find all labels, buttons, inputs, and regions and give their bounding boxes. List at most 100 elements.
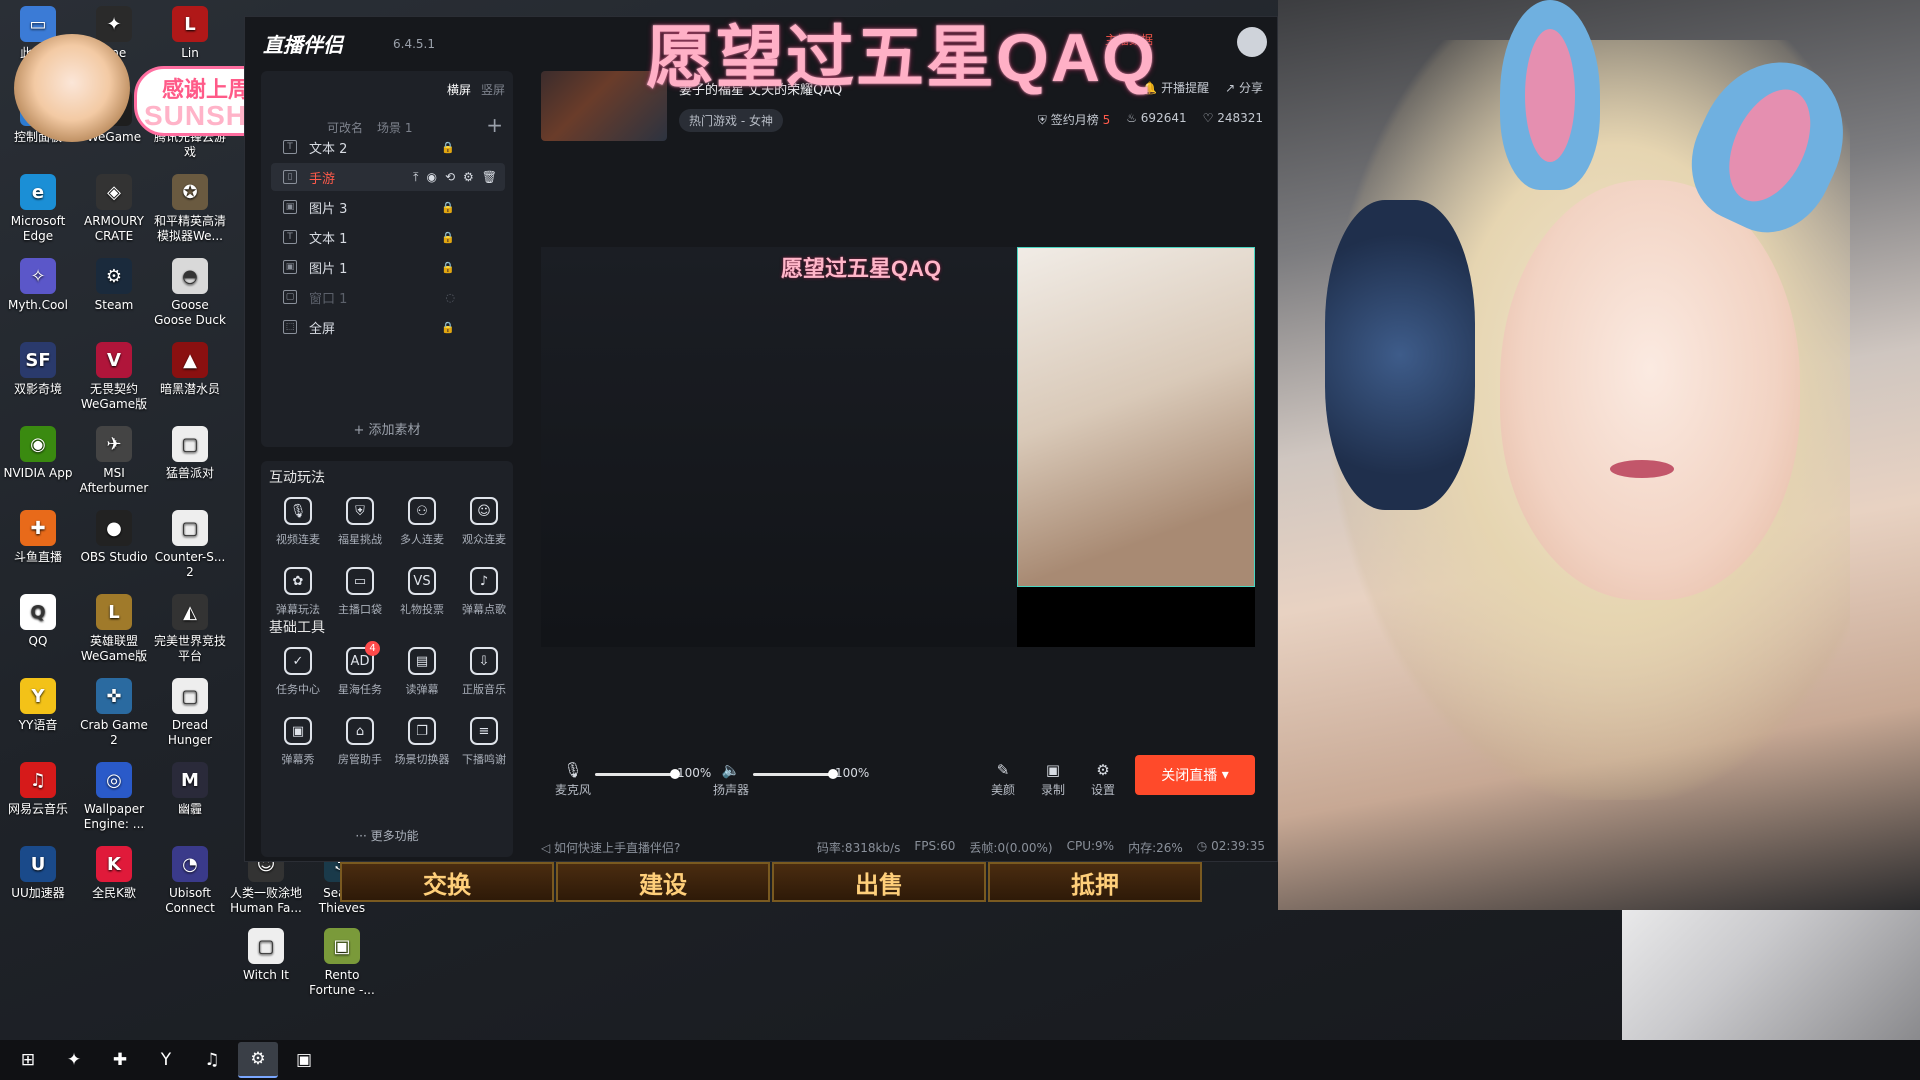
source-item[interactable]: ▣ 图片 1 🔒 bbox=[271, 253, 505, 281]
desktop-icon[interactable]: Q QQ bbox=[0, 594, 76, 649]
game-action-button[interactable]: 建设 bbox=[556, 862, 770, 902]
taskbar-steam-icon[interactable]: ⚙ bbox=[238, 1042, 278, 1078]
desktop-icon[interactable]: ✜ Crab Game 2 bbox=[76, 678, 152, 748]
tool-button[interactable]: ☺ 观众连麦 bbox=[453, 497, 515, 547]
tab-portrait[interactable]: 竖屏 bbox=[481, 81, 505, 98]
speaker-control[interactable]: 🔈 扬声器 bbox=[713, 761, 749, 798]
taskbar-netease-icon[interactable]: ♫ bbox=[192, 1042, 232, 1078]
source-item[interactable]: ▢ 窗口 1 ◌ bbox=[271, 283, 505, 311]
tool-button[interactable]: ▤ 读弹幕 bbox=[391, 647, 453, 697]
taskbar-start-icon[interactable]: ⊞ bbox=[8, 1042, 48, 1078]
share-button[interactable]: ↗ 分享 bbox=[1225, 79, 1263, 96]
desktop-icon[interactable]: ◓ Goose Goose Duck bbox=[152, 258, 228, 328]
lock-icon[interactable]: 🔒 bbox=[441, 261, 455, 274]
tool-button[interactable]: ⌂ 房管助手 bbox=[329, 717, 391, 767]
desktop-icon[interactable]: ● OBS Studio bbox=[76, 510, 152, 565]
desktop-icon[interactable]: ◉ NVIDIA App bbox=[0, 426, 76, 481]
desktop-icon[interactable]: ▢ 猛兽派对 bbox=[152, 426, 228, 481]
sign-rank-value: 5 bbox=[1102, 113, 1111, 127]
record-button[interactable]: ▣ 录制 bbox=[1041, 761, 1065, 798]
visibility-icon[interactable]: ◉ bbox=[426, 170, 436, 185]
desktop-icon[interactable]: ◔ Ubisoft Connect bbox=[152, 846, 228, 916]
desktop-icon[interactable]: U UU加速器 bbox=[0, 846, 76, 901]
tool-button[interactable]: ⚇ 多人连麦 bbox=[391, 497, 453, 547]
help-link[interactable]: ◁ 如何快速上手直播伴侣? bbox=[541, 839, 680, 856]
desktop-icon[interactable]: ♫ 网易云音乐 bbox=[0, 762, 76, 817]
delete-icon[interactable]: 🗑 bbox=[482, 170, 497, 185]
tool-button[interactable]: AD 4 星海任务 bbox=[329, 641, 391, 697]
stream-category[interactable]: 热门游戏 - 女神 bbox=[679, 109, 783, 132]
live-preview[interactable]: 愿望过五星QAQ bbox=[541, 247, 1255, 647]
taskbar-yy-icon[interactable]: Y bbox=[146, 1042, 186, 1078]
speaker-volume-slider[interactable] bbox=[753, 769, 838, 779]
desktop-icon[interactable]: ◎ Wallpaper Engine: ... bbox=[76, 762, 152, 832]
app-icon: ▢ bbox=[172, 678, 208, 714]
desktop-icon[interactable]: ◭ 完美世界竞技平台 bbox=[152, 594, 228, 664]
source-item[interactable]: ⬚ 全屏 🔒 bbox=[271, 313, 505, 341]
tool-button[interactable]: ▭ 主播口袋 bbox=[329, 567, 391, 617]
move-top-icon[interactable]: ⤒ bbox=[413, 170, 418, 185]
tool-button[interactable]: 🎙 视频连麦 bbox=[267, 497, 329, 547]
app-icon: ◔ bbox=[172, 846, 208, 882]
mic-control[interactable]: 🎙 麦克风 bbox=[555, 761, 591, 798]
source-item[interactable]: T 文本 1 🔒 bbox=[271, 223, 505, 251]
desktop-icon[interactable]: K 全民K歌 bbox=[76, 846, 152, 901]
desktop-icon[interactable]: ▲ 暗黑潜水员 bbox=[152, 342, 228, 397]
preview-screen-capture bbox=[541, 247, 1017, 647]
source-item[interactable]: T 文本 2 🔒 bbox=[271, 133, 505, 161]
tool-button[interactable]: ⛨ 福星挑战 bbox=[329, 497, 391, 547]
taskbar-rento-icon[interactable]: ▣ bbox=[284, 1042, 324, 1078]
lock-icon[interactable]: 🔒 bbox=[441, 201, 455, 214]
source-item[interactable]: ▣ 图片 3 🔒 bbox=[271, 193, 505, 221]
sign-month-rank[interactable]: ⛨ 签约月榜 5 bbox=[1038, 111, 1110, 128]
desktop-icon[interactable]: e Microsoft Edge bbox=[0, 174, 76, 244]
settings-button[interactable]: ⚙ 设置 bbox=[1091, 761, 1115, 798]
desktop-icon[interactable]: ✚ 斗鱼直播 bbox=[0, 510, 76, 565]
speaker-label: 扬声器 bbox=[713, 783, 750, 797]
more-functions-button[interactable]: ··· 更多功能 bbox=[261, 827, 513, 844]
lock-icon[interactable]: 🔒 bbox=[441, 321, 455, 334]
desktop-icon-label: 人类一败涂地 Human Fa... bbox=[229, 886, 302, 915]
tool-button[interactable]: ❐ 场景切换器 bbox=[391, 717, 453, 767]
mic-volume-slider[interactable] bbox=[595, 769, 680, 779]
rotate-icon[interactable]: ⟲ bbox=[445, 170, 455, 185]
desktop-icon[interactable]: V 无畏契约 WeGame版 bbox=[76, 342, 152, 412]
desktop-icon[interactable]: ✪ 和平精英高清模拟器We... bbox=[152, 174, 228, 244]
taskbar-app1-icon[interactable]: ✦ bbox=[54, 1042, 94, 1078]
add-material-button[interactable]: + 添加素材 bbox=[261, 419, 513, 438]
end-live-button[interactable]: 关闭直播 ▾ bbox=[1135, 755, 1255, 795]
beauty-button[interactable]: ✎ 美颜 bbox=[991, 761, 1015, 798]
game-action-button[interactable]: 出售 bbox=[772, 862, 986, 902]
tool-button[interactable]: ⇩ 正版音乐 bbox=[453, 647, 515, 697]
tool-button[interactable]: VS 礼物投票 bbox=[391, 567, 453, 617]
tool-button[interactable]: ♪ 弹幕点歌 bbox=[453, 567, 515, 617]
tool-button[interactable]: ▣ 弹幕秀 bbox=[267, 717, 329, 767]
tool-button[interactable]: ≡ 下播鸣谢 bbox=[453, 717, 515, 767]
desktop-icon[interactable]: ◈ ARMOURY CRATE bbox=[76, 174, 152, 244]
desktop-icon[interactable]: SF 双影奇境 bbox=[0, 342, 76, 397]
desktop-icon[interactable]: ▢ Witch It bbox=[228, 928, 304, 983]
desktop-icon[interactable]: L 英雄联盟 WeGame版 bbox=[76, 594, 152, 664]
desktop-icon[interactable]: ⚙ Steam bbox=[76, 258, 152, 313]
user-avatar[interactable] bbox=[1237, 27, 1267, 57]
desktop-icon[interactable]: M 幽霾 bbox=[152, 762, 228, 817]
taskbar-app2-icon[interactable]: ✚ bbox=[100, 1042, 140, 1078]
game-action-button[interactable]: 抵押 bbox=[988, 862, 1202, 902]
settings-icon[interactable]: ⚙ bbox=[463, 170, 474, 185]
lock-icon[interactable]: 🔒 bbox=[441, 141, 455, 154]
source-item[interactable]: ▯ 手游 ⤒ ◉ ⟲ ⚙ 🗑 bbox=[271, 163, 505, 191]
desktop-icon[interactable]: ▣ Rento Fortune -... bbox=[304, 928, 380, 998]
tab-landscape[interactable]: 横屏 bbox=[447, 81, 471, 98]
hidden-icon[interactable]: ◌ bbox=[445, 291, 455, 304]
tool-button[interactable]: ✿ 弹幕玩法 bbox=[267, 567, 329, 617]
desktop-icon[interactable]: ▢ Dread Hunger bbox=[152, 678, 228, 748]
desktop-icon[interactable]: ▢ Counter-S... 2 bbox=[152, 510, 228, 580]
tool-button[interactable]: ✓ 任务中心 bbox=[267, 647, 329, 697]
desktop-icon[interactable]: ✧ Myth.Cool bbox=[0, 258, 76, 313]
desktop-icon[interactable]: ✈ MSI Afterburner bbox=[76, 426, 152, 496]
tool-label: 读弹幕 bbox=[405, 683, 439, 696]
lock-icon[interactable]: 🔒 bbox=[441, 231, 455, 244]
game-action-button[interactable]: 交换 bbox=[340, 862, 554, 902]
preview-webcam-source[interactable] bbox=[1017, 247, 1255, 587]
desktop-icon[interactable]: Y YY语音 bbox=[0, 678, 76, 733]
